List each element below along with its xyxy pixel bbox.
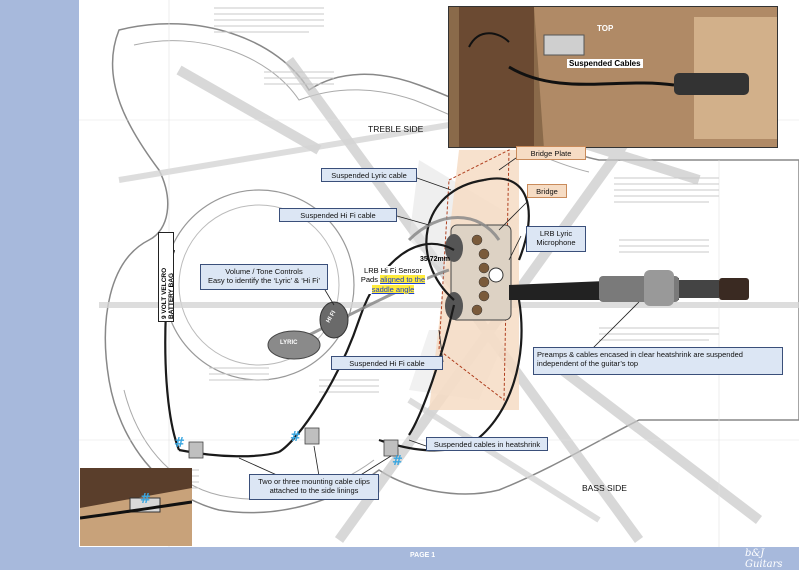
preamps-callout: Preamps & cables encased in clear heatsh… [533, 347, 783, 375]
battery-bag-label: 9 VOLT VELCRO BATTERY BAG [158, 232, 175, 322]
lrb-sensor-highlight: aligned to the saddle angle [371, 275, 426, 294]
hash-marker-1: # [174, 436, 185, 451]
lrb-sensor-pads-label: LRB Hi Fi Sensor Pads aligned to the sad… [359, 266, 427, 295]
battery-line1: 9 VOLT VELCRO [161, 267, 168, 319]
brand-logo: b&J Guitars [745, 548, 783, 570]
dimension-label: 35.72mm [420, 256, 450, 263]
lrb-sensor-line1: LRB Hi Fi Sensor [364, 266, 422, 275]
mounting-clips-callout: Two or three mounting cable clips attach… [249, 474, 379, 500]
inset-photo: # [80, 468, 192, 546]
page-number: PAGE 1 [410, 552, 436, 559]
volume-tone-line2: Easy to identify the ‘Lyric’ & ‘Hi Fi’ [208, 276, 320, 286]
suspended-lyric-cable-callout: Suspended Lyric cable [321, 168, 417, 182]
bridge-plate-callout: Bridge Plate [516, 146, 586, 160]
inset-photo-image [80, 468, 192, 546]
volume-tone-controls [267, 301, 349, 360]
volume-tone-callout: Volume / Tone Controls Easy to identify … [200, 264, 328, 290]
knob-lyric-label: LYRIC [280, 340, 298, 346]
preamp-endpin [509, 270, 749, 306]
diagram-page: TOP Suspended Cables TREBLE SIDE BASS SI… [79, 0, 799, 547]
top-photo-panel: TOP Suspended Cables [448, 6, 778, 148]
suspended-cables-label: Suspended Cables [567, 59, 643, 68]
suspended-hi-fi-cable-bottom-callout: Suspended Hi Fi cable [331, 356, 443, 370]
lrb-lyric-microphone-callout: LRB Lyric Microphone [526, 226, 586, 252]
inset-hash-marker: # [140, 492, 151, 507]
top-photo [449, 7, 777, 147]
bridge-callout: Bridge [527, 184, 567, 198]
hash-marker-3: # [392, 454, 403, 469]
footer-bar [0, 547, 799, 568]
treble-side-label: TREBLE SIDE [368, 124, 424, 134]
microphone-capsule [488, 267, 504, 283]
lrb-sensor-line2: Pads [360, 275, 378, 285]
hash-marker-2: # [290, 430, 301, 445]
battery-line2: BATTERY BAG [168, 272, 175, 319]
bass-side-label: BASS SIDE [582, 483, 627, 493]
volume-tone-line1: Volume / Tone Controls [225, 267, 303, 276]
top-label: TOP [597, 24, 614, 33]
suspended-hi-fi-cable-top-callout: Suspended Hi Fi cable [279, 208, 397, 222]
suspended-heatshrink-callout: Suspended cables in heatshrink [426, 437, 548, 451]
